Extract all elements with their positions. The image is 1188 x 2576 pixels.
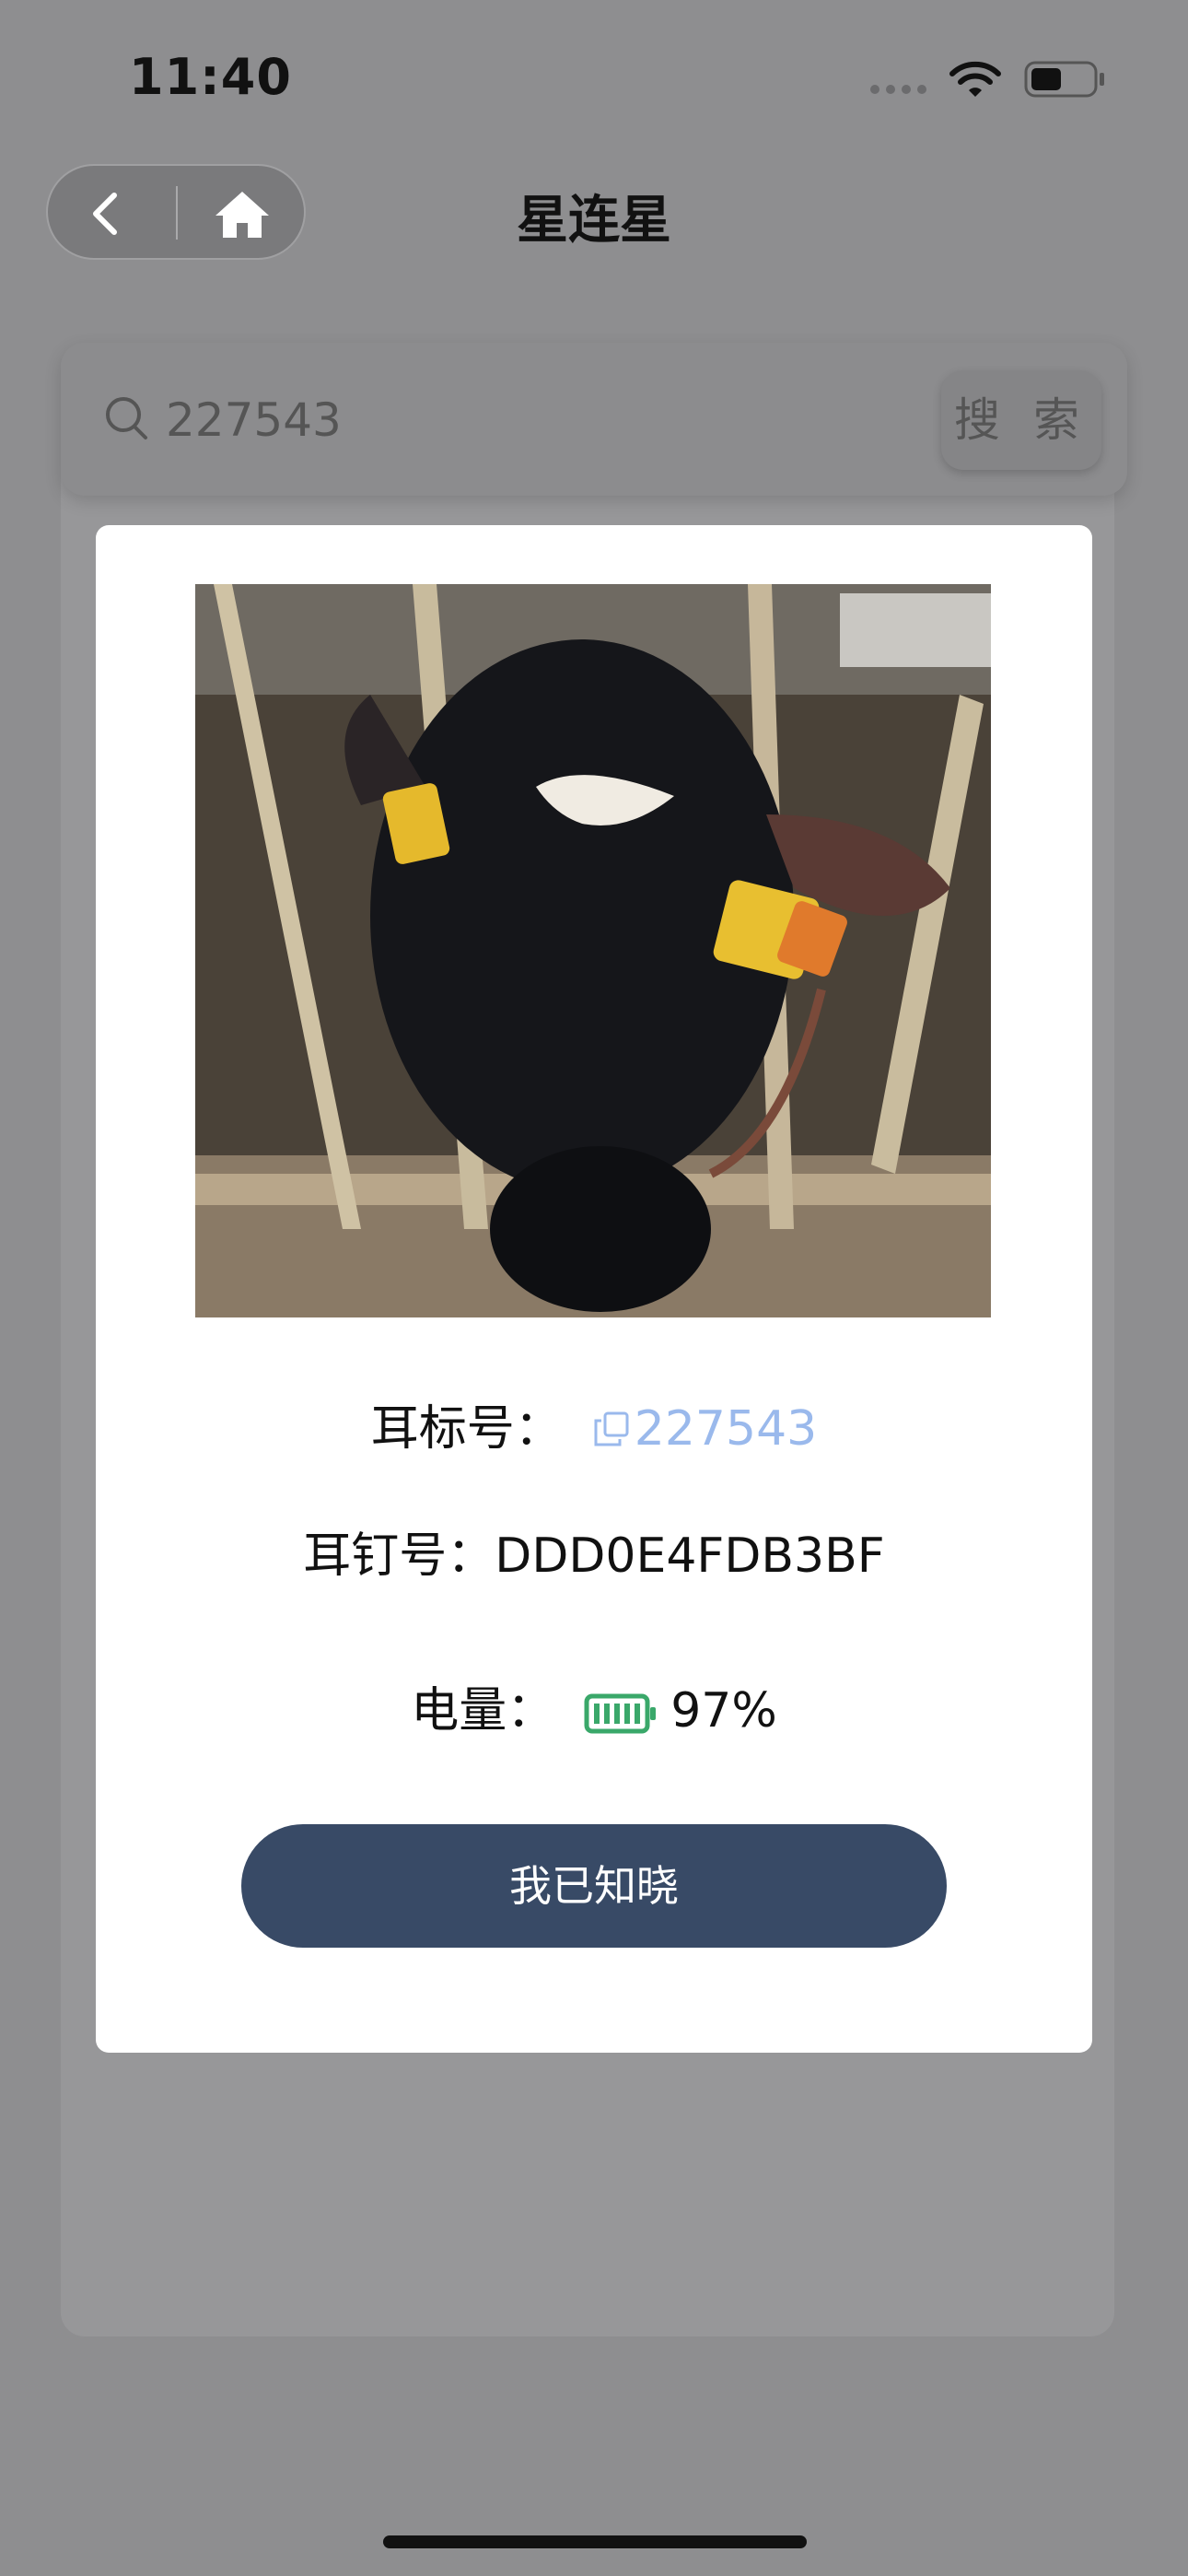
search-button[interactable]: 搜 索 [941,370,1101,470]
acknowledge-button[interactable]: 我已知晓 [241,1824,947,1948]
status-bar: 11:40 [0,0,1188,157]
ear-nail-row: 耳钉号：DDD0E4FDB3BF [96,1516,1092,1586]
search-input[interactable] [164,383,868,457]
page-title: 星连星 [517,191,671,251]
home-indicator [383,2535,807,2548]
battery-bar [614,1704,621,1724]
battery-icon [1024,61,1104,98]
battery-bar [604,1704,611,1724]
ear-tag-label: 耳标号： [370,1401,563,1457]
battery-label: 电量： [411,1683,555,1739]
copy-icon[interactable] [592,1410,631,1448]
info-modal: 耳标号： 227543 耳钉号：DDD0E4FDB3BF 电量： 97% 我已知… [96,525,1092,2053]
battery-bar [624,1704,631,1724]
ear-nail-label: 耳钉号： [303,1528,495,1584]
battery-level-icon [584,1693,657,1734]
battery-bar [594,1704,600,1724]
battery-row: 电量： 97% [96,1671,1092,1740]
ear-tag-value[interactable]: 227543 [635,1401,818,1457]
search-bar: 搜 索 [61,343,1127,496]
search-icon [106,397,147,439]
wifi-icon [949,61,1001,97]
battery-bar [635,1704,641,1724]
signal-dots-icon [870,79,929,96]
battery-value: 97% [670,1683,777,1739]
status-time: 11:40 [129,48,292,106]
ear-nail-value: DDD0E4FDB3BF [495,1528,885,1584]
ear-tag-row: 耳标号： 227543 [96,1389,1092,1458]
cow-photo [195,584,991,1317]
